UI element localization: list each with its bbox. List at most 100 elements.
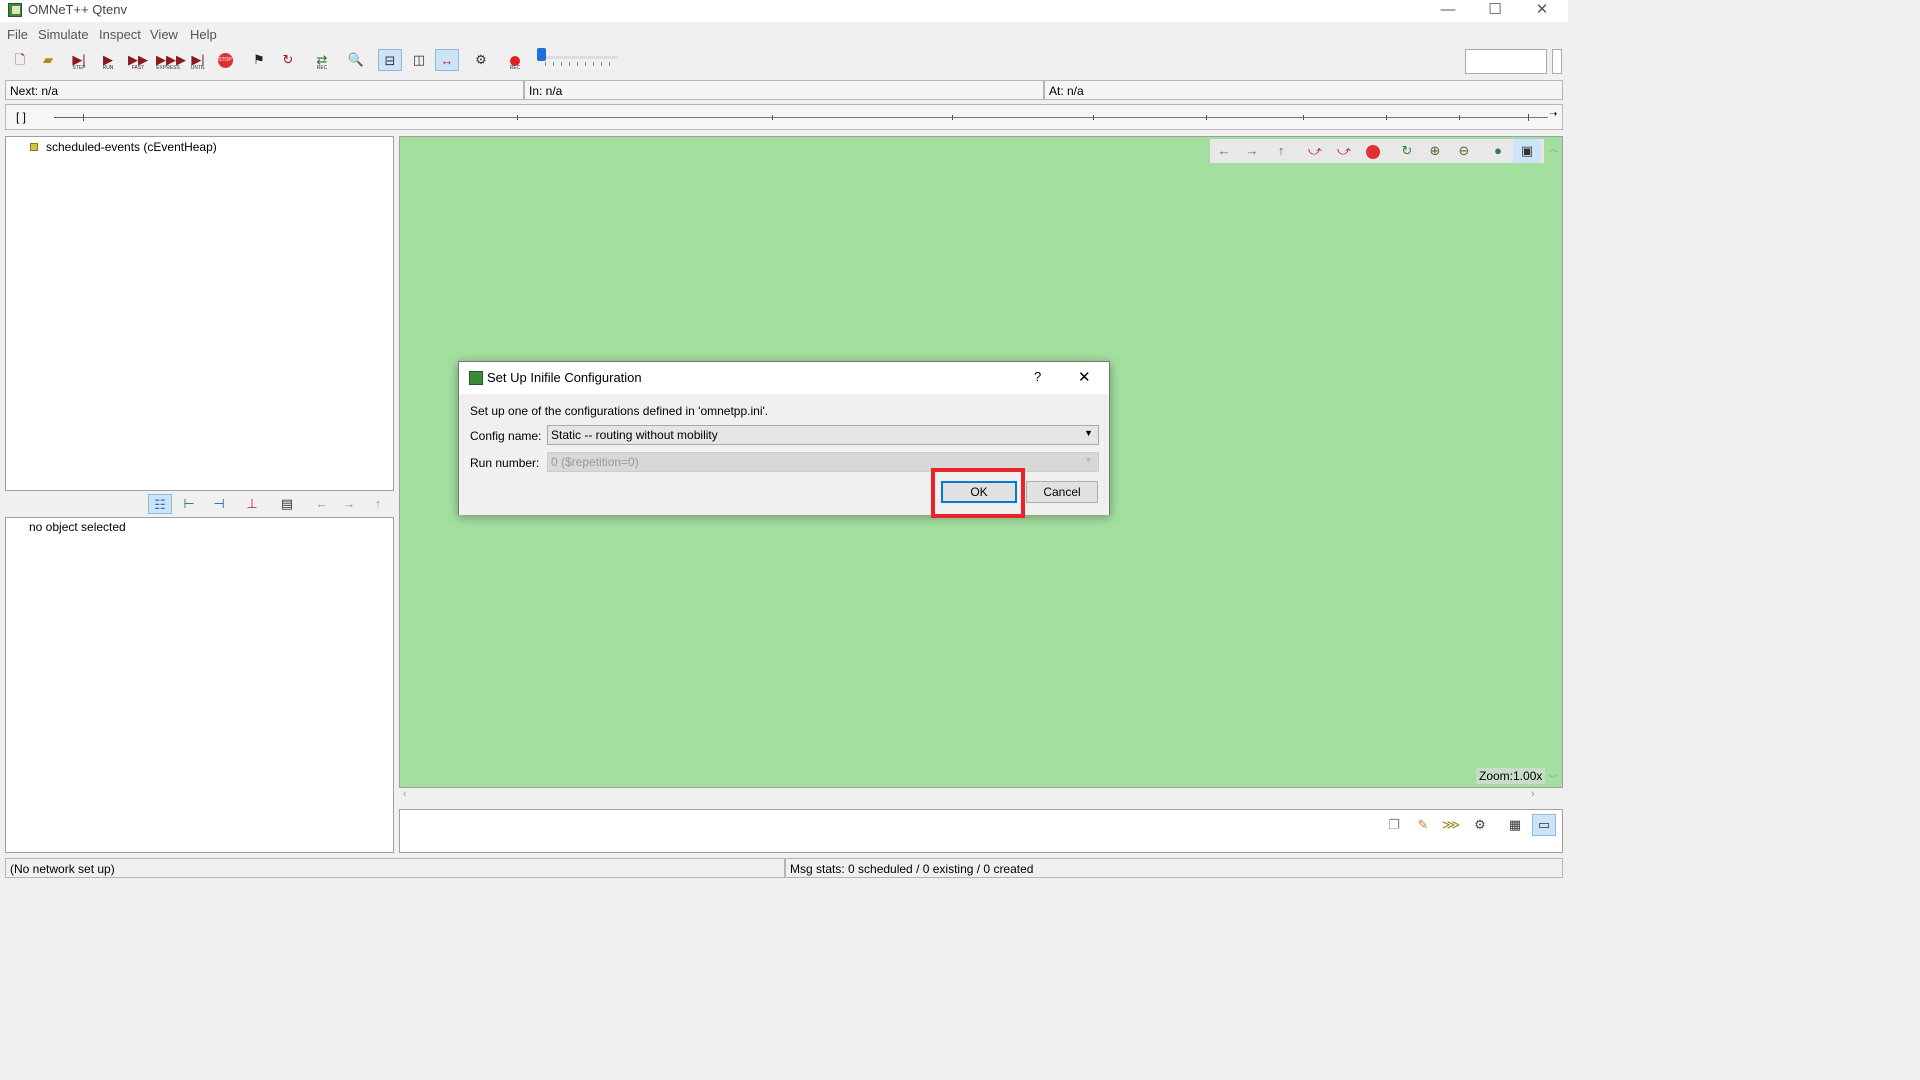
maximize-button[interactable]: ☐ — [1472, 0, 1518, 22]
minimize-button[interactable]: — — [1425, 0, 1471, 22]
tree-item-scheduled-events[interactable]: scheduled-events (cEventHeap) — [46, 140, 217, 154]
new-network-button[interactable]: 🗋 — [8, 49, 32, 71]
dialog-description: Set up one of the configurations defined… — [470, 404, 769, 418]
canvas-toolbar: ← → ↑ ⤻ ⤻ ↻ ⊕ ⊖ ● ▣ — [1210, 139, 1544, 163]
filter-log-button[interactable]: ⋙ — [1439, 814, 1463, 836]
layout-horizontal-button[interactable]: ⊟ — [378, 49, 402, 71]
log-view-button[interactable]: ▭ — [1532, 814, 1556, 836]
layout-vertical-button[interactable]: ◫ — [407, 49, 431, 71]
timeline-tick — [1459, 115, 1460, 120]
timeline-tick — [517, 115, 518, 120]
grouped-mode-button[interactable]: ⊢ — [177, 494, 201, 514]
timeline-brackets: [ ] — [16, 110, 27, 124]
timeline-tick — [1093, 115, 1094, 120]
stop-icon — [1366, 144, 1380, 159]
ok-button-highlight — [931, 468, 1025, 518]
menu-file[interactable]: File — [7, 27, 28, 42]
filter-icon: ⋙ — [1441, 817, 1461, 832]
window-title-bar: OMNeT++ Qtenv — ☐ ✕ — [0, 0, 1568, 22]
find-objects-button[interactable]: 🔍 — [344, 49, 368, 71]
dialog-title-bar: Set Up Inifile Configuration ? ✕ — [459, 362, 1109, 394]
menu-inspect[interactable]: Inspect — [99, 27, 141, 42]
new-network-icon: 🗋 — [14, 52, 26, 67]
arrows-horizontal-icon: ↔ — [440, 53, 454, 68]
timeline-dotted-start — [54, 117, 84, 119]
scroll-left-icon[interactable]: ‹ — [403, 788, 407, 800]
animation-speed-slider-handle[interactable] — [537, 48, 546, 61]
back-button[interactable]: ← — [310, 494, 334, 514]
gear-icon: ⚙ — [475, 52, 487, 67]
animation-speed-slider[interactable] — [540, 56, 618, 59]
omnetpp-app-icon — [8, 3, 22, 17]
fast-run-button[interactable]: ▶▶ FAST — [126, 49, 150, 71]
arrow-up-icon: ↑ — [374, 496, 382, 511]
canvas-fast-button[interactable]: ⤻ — [1330, 139, 1358, 163]
split-horizontal-icon: ⊟ — [384, 53, 396, 68]
scroll-right-icon[interactable]: › — [1531, 788, 1535, 800]
load-ned-button[interactable]: ▰ — [36, 49, 60, 71]
zoom-in-button[interactable]: ⊕ — [1421, 139, 1449, 163]
canvas-stop-button[interactable] — [1359, 139, 1387, 163]
tree-icon: ☷ — [154, 497, 166, 512]
menu-bar: File Simulate Inspect View Help — [0, 24, 1568, 44]
animation-speed-toggle[interactable]: ↔ — [435, 49, 459, 71]
timeline-tick — [1206, 115, 1207, 120]
log-settings-button[interactable]: ⚙ — [1468, 814, 1492, 836]
event-timeline[interactable]: [ ] ➝ — [5, 104, 1563, 130]
message-stats: Msg stats: 0 scheduled / 0 existing / 0 … — [785, 858, 1563, 878]
log-toolbar: ❐ ✎ ⋙ ⚙ ▦ ▭ — [1382, 814, 1562, 836]
copy-icon: ❐ — [1388, 817, 1400, 832]
arrow-left-icon: ← — [1217, 143, 1231, 158]
canvas-layers-button[interactable]: ▣ — [1513, 139, 1541, 163]
find-in-log-button[interactable]: ✎ — [1411, 814, 1435, 836]
zoom-level-label: Zoom:1.00x — [1476, 768, 1546, 784]
menu-simulate[interactable]: Simulate — [38, 27, 89, 42]
inheritance-mode-button[interactable]: ⊥ — [240, 494, 264, 514]
run-button[interactable]: ▶ RUN — [96, 49, 120, 71]
grid-icon: ▦ — [1508, 817, 1522, 832]
scroll-up-icon[interactable]: ︿ — [1548, 140, 1558, 155]
stop-button[interactable]: STOP — [213, 49, 237, 71]
rebuild-network-button[interactable]: ↻ — [276, 49, 300, 71]
toolbar-search-input[interactable] — [1465, 49, 1547, 74]
canvas-refresh-button[interactable]: ↻ — [1393, 139, 1421, 163]
toolbar-overflow-button[interactable] — [1552, 49, 1562, 74]
run-until-button[interactable]: ▶| UNTIL — [186, 49, 210, 71]
cancel-button[interactable]: Cancel — [1026, 481, 1098, 503]
zoom-out-button[interactable]: ⊖ — [1450, 139, 1478, 163]
finish-simulation-button[interactable]: ⚑ — [247, 49, 271, 71]
express-run-button[interactable]: ▶▶▶ EXPRESS — [156, 49, 186, 71]
run-number-value: 0 ($repetition=0) — [551, 455, 639, 469]
step-button[interactable]: ▶| STEP — [67, 49, 91, 71]
copy-log-button[interactable]: ❐ — [1382, 814, 1406, 836]
menu-view[interactable]: View — [150, 27, 178, 42]
config-name-select[interactable]: Static -- routing without mobility ▼ — [547, 425, 1099, 445]
canvas-up-button[interactable]: ↑ — [1267, 139, 1295, 163]
canvas-forward-button[interactable]: → — [1238, 139, 1266, 163]
scroll-down-icon[interactable]: ﹀ — [1548, 771, 1558, 786]
dialog-close-button[interactable]: ✕ — [1078, 368, 1091, 386]
children-mode-button[interactable]: ☷ — [148, 494, 172, 514]
canvas-step-button[interactable]: ⤻ — [1301, 139, 1329, 163]
pen-icon: ✎ — [1417, 817, 1429, 832]
canvas-back-button[interactable]: ← — [1210, 139, 1238, 163]
record-video-button[interactable]: REC — [503, 49, 527, 71]
forward-button[interactable]: → — [337, 494, 361, 514]
timeline-tick — [772, 115, 773, 120]
dialog-title: Set Up Inifile Configuration — [487, 370, 642, 385]
canvas-horizontal-scrollbar[interactable]: ‹ › — [399, 788, 1563, 804]
split-vertical-icon: ◫ — [412, 52, 426, 67]
menu-help[interactable]: Help — [190, 27, 217, 42]
event-log-rec-button[interactable]: ⇄ REC — [310, 49, 334, 71]
object-tree-panel: scheduled-events (cEventHeap) — [5, 136, 394, 491]
close-window-button[interactable]: ✕ — [1519, 0, 1565, 22]
message-view-button[interactable]: ▦ — [1503, 814, 1527, 836]
up-button[interactable]: ↑ — [366, 494, 390, 514]
preferences-button[interactable]: ⚙ — [469, 49, 493, 71]
no-object-selected-text: no object selected — [29, 520, 126, 534]
flat-mode-button[interactable]: ⊣ — [207, 494, 231, 514]
dialog-help-button[interactable]: ? — [1034, 369, 1041, 384]
timeline-tick — [83, 114, 84, 121]
canvas-3d-view-button[interactable]: ● — [1484, 139, 1512, 163]
show-details-button[interactable]: ▤ — [275, 494, 299, 514]
